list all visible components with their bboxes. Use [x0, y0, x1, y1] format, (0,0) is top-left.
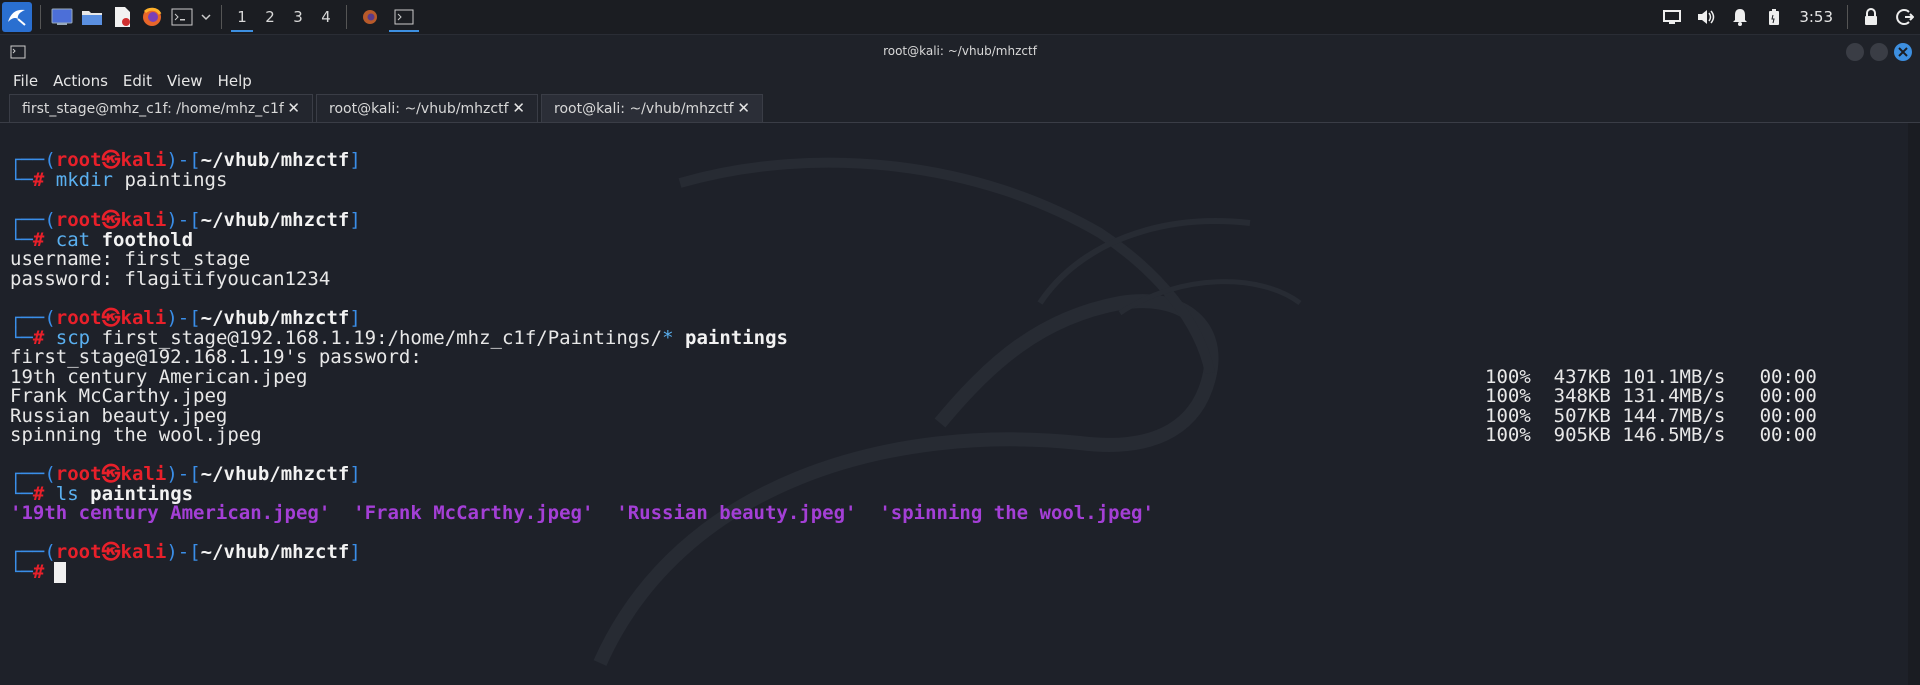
menu-bar: File Actions Edit View Help — [0, 68, 1920, 94]
file-manager-icon[interactable] — [79, 4, 105, 30]
workspace-2[interactable]: 2 — [256, 2, 284, 32]
menu-help[interactable]: Help — [211, 72, 260, 90]
display-icon[interactable] — [1661, 6, 1683, 28]
logout-icon[interactable] — [1894, 6, 1916, 28]
close-icon — [1898, 47, 1908, 57]
notification-bell-icon[interactable] — [1729, 6, 1751, 28]
tab-first-stage[interactable]: first_stage@mhz_c1f: /home/mhz_c1f ✕ — [9, 94, 313, 122]
firefox-icon[interactable] — [139, 4, 165, 30]
tab-label: root@kali: ~/vhub/mhzctf — [329, 100, 509, 117]
text-editor-icon[interactable] — [109, 4, 135, 30]
scrollbar[interactable] — [1908, 123, 1920, 685]
clock[interactable]: 3:53 — [1799, 8, 1833, 26]
transfer-file: spinning the wool.jpeg — [10, 424, 262, 446]
workspace-1[interactable]: 1 — [228, 2, 256, 32]
battery-icon[interactable] — [1763, 6, 1785, 28]
ls-output: '19th century American.jpeg' 'Frank McCa… — [10, 502, 1154, 524]
window-title-bar[interactable]: root@kali: ~/vhub/mhzctf — [0, 34, 1920, 69]
command-line: └─# — [10, 560, 67, 584]
desktop-icon[interactable] — [49, 4, 75, 30]
separator — [40, 5, 41, 29]
command-target: paintings — [685, 327, 788, 349]
close-button[interactable] — [1894, 43, 1912, 61]
kali-menu-icon[interactable] — [2, 2, 32, 32]
output-line: password: flagitifyoucan1234 — [10, 268, 331, 290]
glob-wildcard: * — [662, 327, 674, 349]
tab-label: root@kali: ~/vhub/mhzctf — [554, 100, 734, 117]
top-panel: 1 2 3 4 3:53 — [0, 0, 1920, 34]
terminal-output[interactable]: ┌──(root㉿kali)-[~/vhub/mhzctf] └─# mkdir… — [0, 123, 1908, 685]
tab-root-kali-2[interactable]: root@kali: ~/vhub/mhzctf ✕ — [541, 94, 763, 122]
system-tray: 3:53 — [1655, 0, 1920, 34]
firefox-window-button[interactable] — [353, 2, 387, 32]
workspace-3[interactable]: 3 — [284, 2, 312, 32]
separator — [346, 5, 347, 29]
separator — [221, 5, 222, 29]
tab-label: first_stage@mhz_c1f: /home/mhz_c1f — [22, 100, 284, 117]
terminal-icon — [394, 9, 414, 25]
transfer-stats: 100% 905KB 146.5MB/s 00:00 — [1485, 424, 1817, 446]
close-tab-icon[interactable]: ✕ — [287, 99, 300, 117]
menu-edit[interactable]: Edit — [116, 72, 160, 90]
volume-icon[interactable] — [1695, 6, 1717, 28]
terminal-window-button[interactable] — [387, 2, 421, 32]
kali-dragon-watermark — [593, 157, 1302, 666]
menu-view[interactable]: View — [160, 72, 211, 90]
maximize-button[interactable] — [1870, 43, 1888, 61]
menu-file[interactable]: File — [6, 72, 46, 90]
command-args: paintings — [124, 169, 228, 191]
terminal-icon[interactable] — [169, 4, 195, 30]
tab-root-kali-1[interactable]: root@kali: ~/vhub/mhzctf ✕ — [316, 94, 538, 122]
firefox-icon — [363, 10, 377, 24]
menu-actions[interactable]: Actions — [46, 72, 116, 90]
text-cursor — [54, 562, 67, 583]
close-tab-icon[interactable]: ✕ — [512, 99, 525, 117]
window-title: root@kali: ~/vhub/mhzctf — [883, 44, 1037, 58]
tab-bar: first_stage@mhz_c1f: /home/mhz_c1f ✕ roo… — [0, 94, 1920, 123]
close-tab-icon[interactable]: ✕ — [737, 99, 750, 117]
chevron-down-icon[interactable] — [199, 4, 213, 30]
lock-icon[interactable] — [1860, 6, 1882, 28]
separator — [1847, 5, 1848, 29]
minimize-button[interactable] — [1846, 43, 1864, 61]
workspace-4[interactable]: 4 — [312, 2, 340, 32]
command-line: └─# mkdir paintings — [10, 169, 228, 191]
command-name: mkdir — [55, 169, 113, 191]
